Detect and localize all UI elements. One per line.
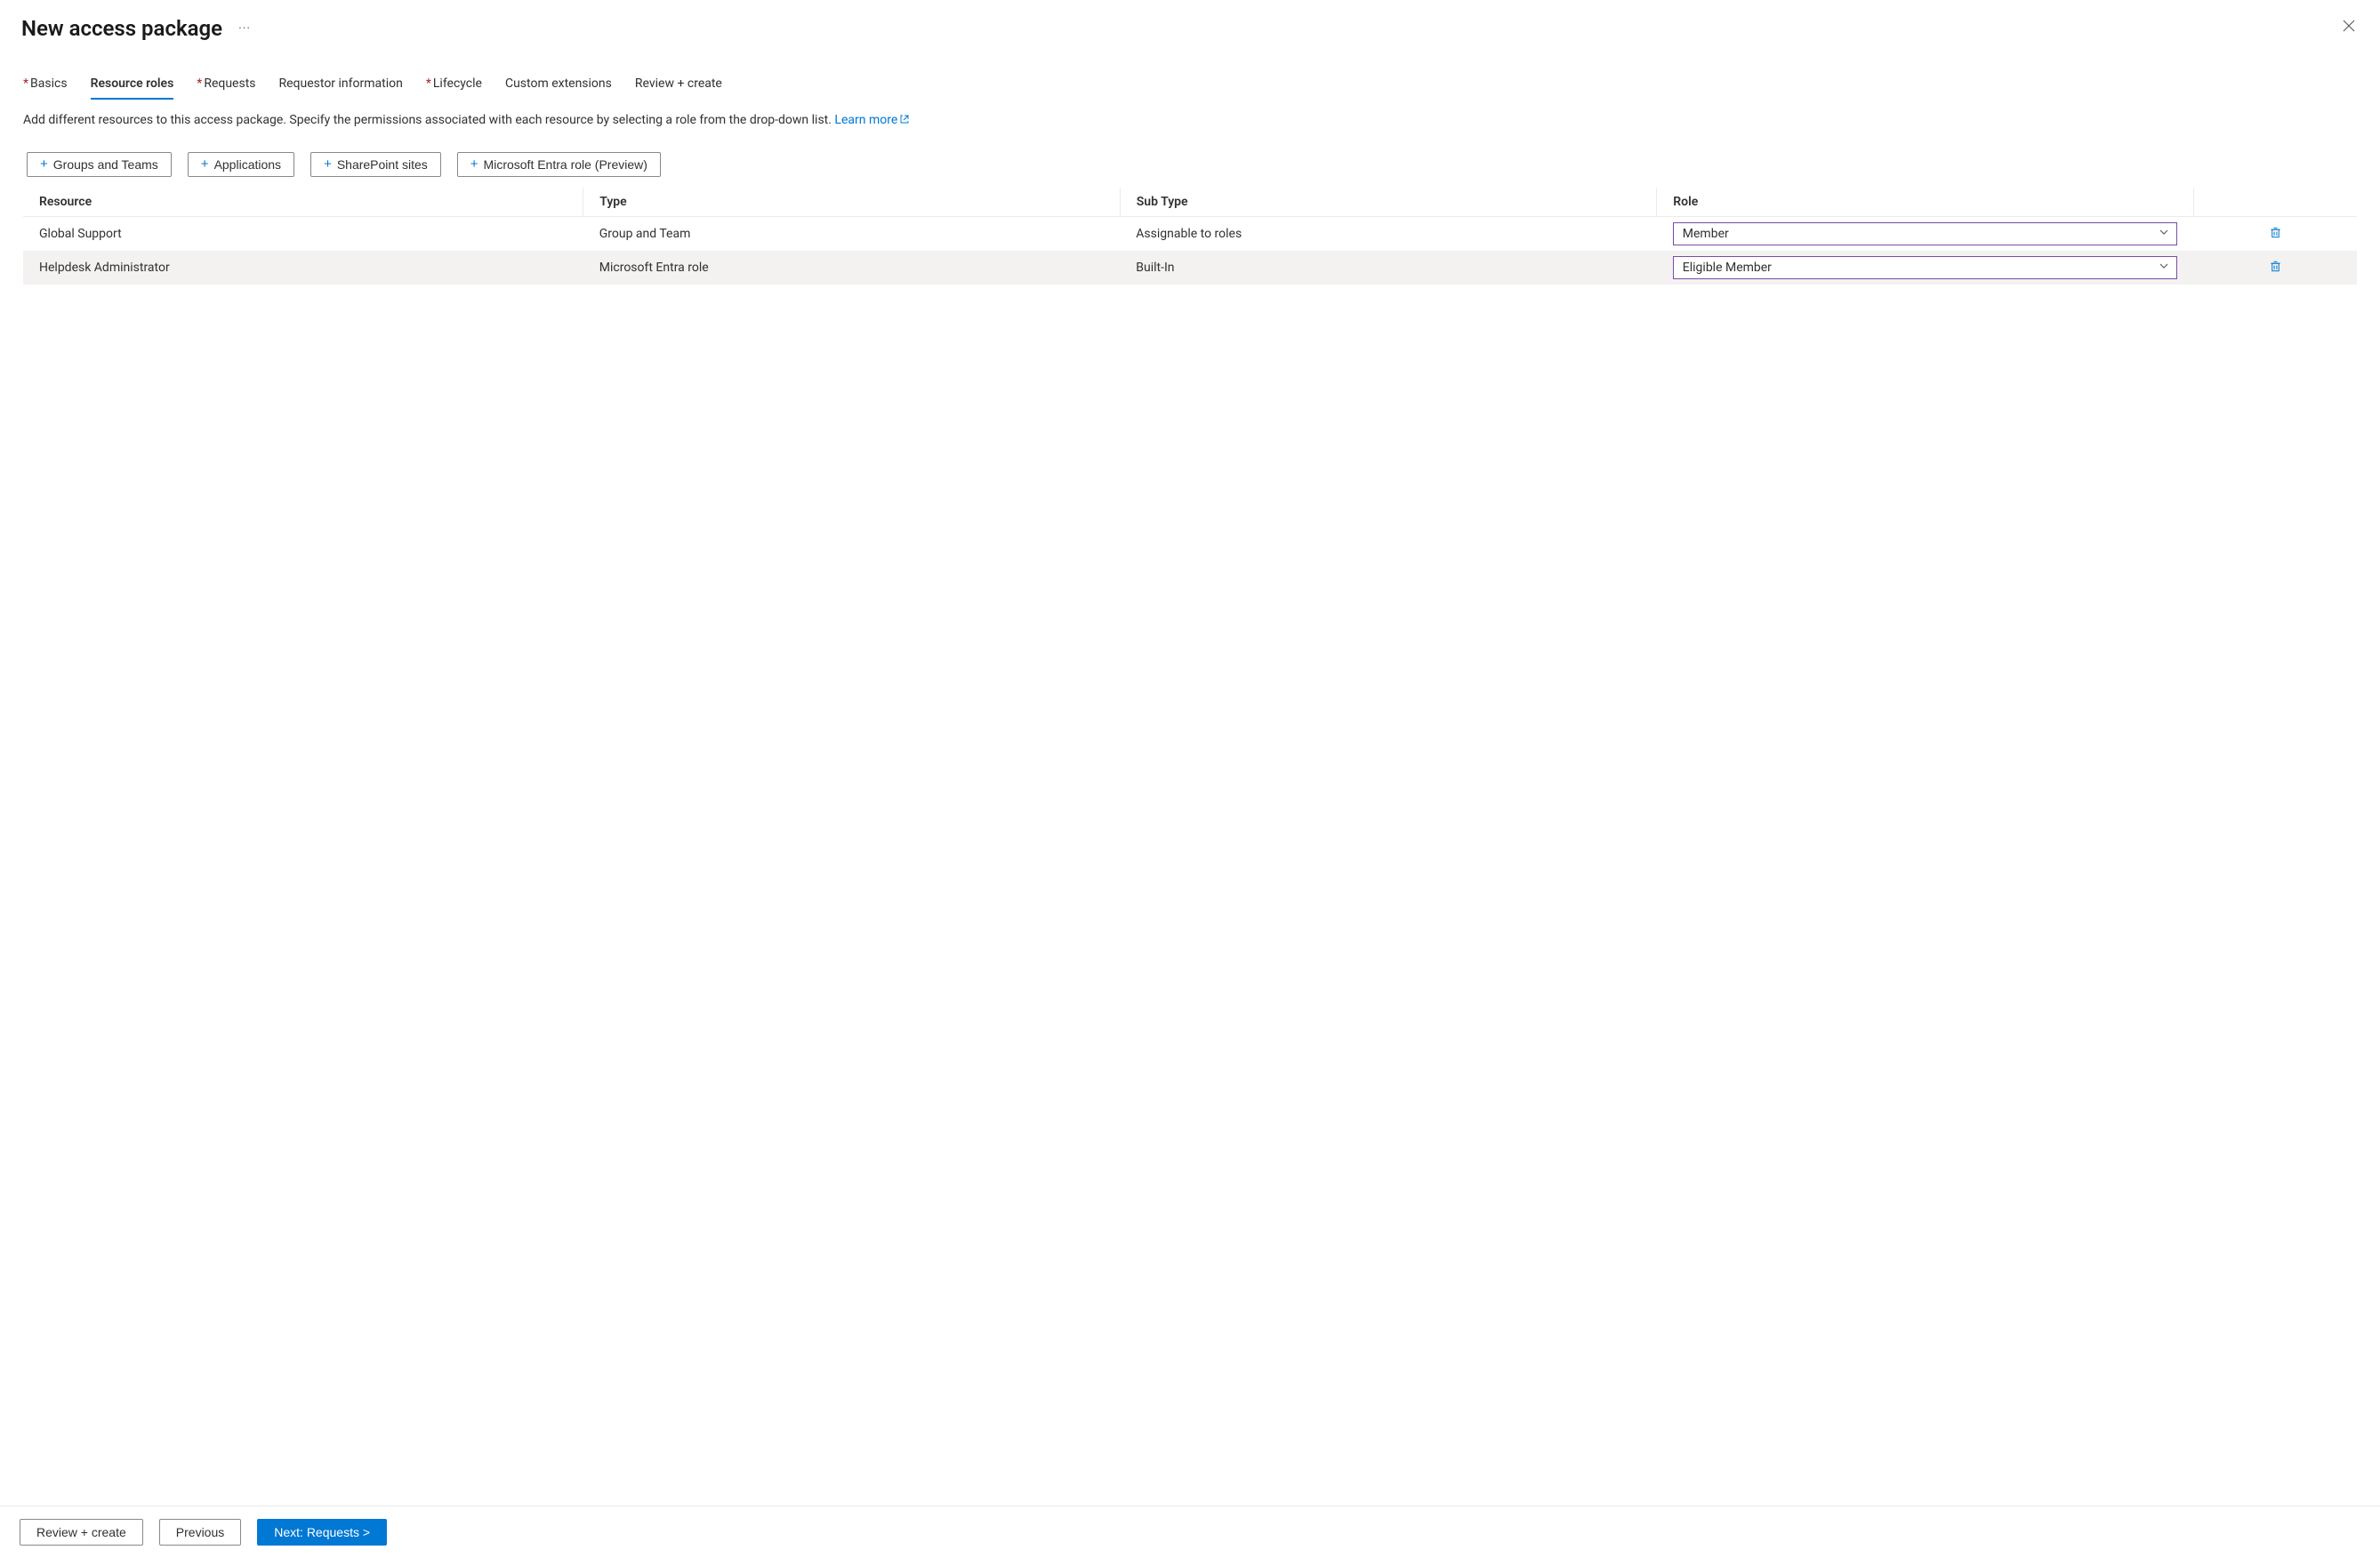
col-header-resource[interactable]: Resource bbox=[23, 188, 583, 217]
tab-requests[interactable]: *Requests bbox=[197, 76, 255, 100]
add-resource-buttons: + Groups and Teams + Applications + SharePoin… bbox=[27, 152, 2353, 177]
resource-cell: Helpdesk Administrator bbox=[23, 251, 583, 285]
trash-icon bbox=[2269, 226, 2282, 239]
next-button[interactable]: Next: Requests > bbox=[257, 1519, 387, 1546]
add-applications-button[interactable]: + Applications bbox=[188, 152, 294, 177]
delete-row-button[interactable] bbox=[2267, 224, 2284, 241]
description-body: Add different resources to this access p… bbox=[23, 113, 834, 127]
close-button[interactable] bbox=[2339, 16, 2359, 36]
external-link-icon bbox=[899, 114, 910, 124]
plus-icon: + bbox=[201, 157, 209, 171]
delete-cell bbox=[2193, 216, 2357, 251]
review-create-button[interactable]: Review + create bbox=[20, 1519, 143, 1546]
add-button-label: Groups and Teams bbox=[53, 157, 158, 172]
tab-label: Basics bbox=[30, 76, 68, 91]
col-header-subtype[interactable]: Sub Type bbox=[1120, 188, 1657, 217]
required-asterisk-icon: * bbox=[23, 76, 28, 91]
tab-bar: *BasicsResource roles*RequestsRequestor … bbox=[0, 41, 2380, 100]
add-button-label: SharePoint sites bbox=[337, 157, 428, 172]
type-cell: Group and Team bbox=[583, 216, 1121, 251]
tab-requestor-information[interactable]: Requestor information bbox=[279, 76, 403, 100]
col-header-delete bbox=[2193, 188, 2357, 217]
role-dropdown[interactable]: Eligible Member bbox=[1673, 256, 2178, 279]
learn-more-link[interactable]: Learn more bbox=[834, 113, 910, 127]
tab-resource-roles[interactable]: Resource roles bbox=[91, 76, 174, 100]
chevron-down-icon bbox=[2159, 261, 2169, 275]
col-header-type[interactable]: Type bbox=[583, 188, 1121, 217]
tab-label: Requestor information bbox=[279, 76, 403, 91]
add-microsoft-entra-role-preview-button[interactable]: + Microsoft Entra role (Preview) bbox=[457, 152, 661, 177]
tab-custom-extensions[interactable]: Custom extensions bbox=[505, 76, 612, 100]
role-cell: Member bbox=[1657, 216, 2194, 251]
more-icon[interactable]: ··· bbox=[238, 22, 251, 35]
tab-label: Requests bbox=[204, 76, 255, 91]
type-cell: Microsoft Entra role bbox=[583, 251, 1121, 285]
chevron-down-icon bbox=[2159, 227, 2169, 241]
plus-icon: + bbox=[40, 157, 48, 171]
delete-row-button[interactable] bbox=[2267, 258, 2284, 275]
required-asterisk-icon: * bbox=[426, 76, 431, 91]
role-dropdown-value: Member bbox=[1683, 227, 1729, 241]
table-row: Helpdesk AdministratorMicrosoft Entra ro… bbox=[23, 251, 2357, 285]
table-row: Global SupportGroup and TeamAssignable t… bbox=[23, 216, 2357, 251]
tab-review-create[interactable]: Review + create bbox=[635, 76, 722, 100]
role-dropdown-value: Eligible Member bbox=[1683, 261, 1772, 275]
tab-label: Lifecycle bbox=[433, 76, 482, 91]
role-dropdown[interactable]: Member bbox=[1673, 222, 2178, 245]
wizard-footer: Review + create Previous Next: Requests … bbox=[0, 1506, 2380, 1558]
add-button-label: Microsoft Entra role (Preview) bbox=[484, 157, 647, 172]
tab-lifecycle[interactable]: *Lifecycle bbox=[426, 76, 482, 100]
trash-icon bbox=[2269, 260, 2282, 273]
description-text: Add different resources to this access p… bbox=[23, 112, 2357, 129]
close-icon bbox=[2343, 20, 2355, 32]
add-button-label: Applications bbox=[214, 157, 282, 172]
add-groups-and-teams-button[interactable]: + Groups and Teams bbox=[27, 152, 172, 177]
plus-icon: + bbox=[470, 157, 478, 171]
tab-label: Custom extensions bbox=[505, 76, 612, 91]
page-title: New access package bbox=[21, 16, 222, 41]
subtype-cell: Built-In bbox=[1120, 251, 1657, 285]
add-sharepoint-sites-button[interactable]: + SharePoint sites bbox=[310, 152, 441, 177]
tab-label: Review + create bbox=[635, 76, 722, 91]
plus-icon: + bbox=[324, 157, 332, 171]
subtype-cell: Assignable to roles bbox=[1120, 216, 1657, 251]
resource-roles-table: Resource Type Sub Type Role Global Suppo… bbox=[23, 188, 2357, 285]
required-asterisk-icon: * bbox=[197, 76, 202, 91]
previous-button[interactable]: Previous bbox=[159, 1519, 241, 1546]
tab-basics[interactable]: *Basics bbox=[23, 76, 68, 100]
delete-cell bbox=[2193, 251, 2357, 285]
role-cell: Eligible Member bbox=[1657, 251, 2194, 285]
col-header-role[interactable]: Role bbox=[1657, 188, 2194, 217]
tab-label: Resource roles bbox=[91, 76, 174, 91]
resource-cell: Global Support bbox=[23, 216, 583, 251]
